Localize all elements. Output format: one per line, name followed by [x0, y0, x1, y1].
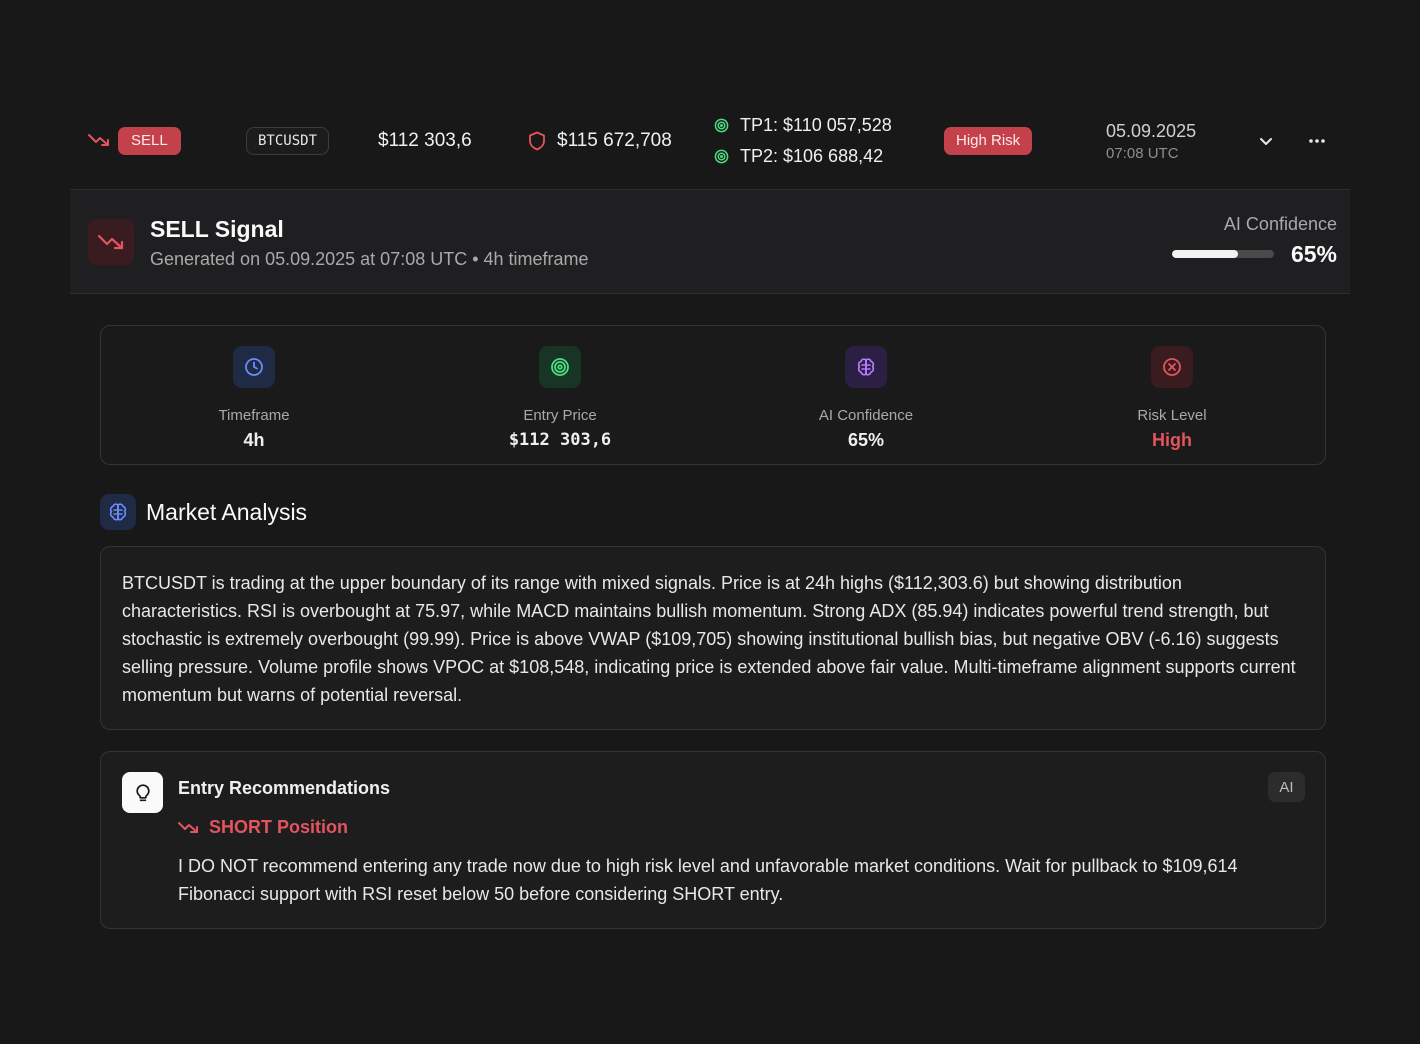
entry-recommendations-text: I DO NOT recommend entering any trade no…	[178, 856, 1238, 904]
confidence-bar-fill	[1172, 250, 1239, 258]
stat-label: Timeframe	[218, 407, 290, 424]
trending-down-icon	[98, 234, 124, 250]
stat-icon-box	[539, 346, 581, 388]
signal-row[interactable]: SELL BTCUSDT $112 303,6 $115 672,708 TP1…	[70, 96, 1350, 190]
current-price: $112 303,6	[378, 130, 472, 151]
signal-type-badge: SELL	[118, 127, 181, 155]
position-recommendation: SHORT Position	[178, 817, 348, 838]
confidence-label: AI Confidence	[1223, 214, 1337, 234]
risk-badge: High Risk	[944, 127, 1033, 155]
stat-icon-box	[845, 346, 887, 388]
brain-icon	[109, 503, 127, 521]
take-profit-2: TP2: $106 688,42	[714, 146, 883, 167]
stop-loss-price: $115 672,708	[557, 130, 672, 151]
market-analysis-icon-box	[100, 494, 136, 530]
trending-down-icon	[88, 134, 109, 146]
signal-title: SELL Signal	[150, 216, 284, 242]
shield-icon	[529, 131, 545, 151]
take-profit-2-label: TP2: $106 688,42	[740, 146, 884, 166]
market-analysis-text: BTCUSDT is trading at the upper boundary…	[122, 573, 1296, 705]
symbol-badge: BTCUSDT	[246, 127, 330, 155]
brain-icon	[857, 358, 875, 376]
stat-label: Entry Price	[523, 407, 597, 424]
lightbulb-icon-box	[122, 772, 163, 813]
target-icon	[714, 118, 729, 133]
target-icon	[714, 149, 729, 164]
stat-value: 4h	[243, 430, 265, 450]
take-profit-1: TP1: $110 057,528	[714, 115, 892, 136]
more-options-icon[interactable]	[1307, 136, 1327, 146]
clock-icon	[245, 358, 263, 376]
signal-time: 07:08 UTC	[1106, 145, 1179, 162]
take-profit-1-label: TP1: $110 057,528	[740, 115, 892, 135]
trending-down-icon	[178, 821, 198, 833]
market-analysis-header: Market Analysis	[100, 494, 307, 530]
market-analysis-card: BTCUSDT is trading at the upper boundary…	[100, 546, 1326, 730]
entry-recommendations-title: Entry Recommendations	[178, 778, 391, 798]
market-analysis-title: Market Analysis	[146, 498, 308, 525]
signal-icon-box	[88, 219, 134, 265]
stat-label: AI Confidence	[818, 407, 914, 424]
lightbulb-icon	[135, 783, 150, 801]
stats-card: Timeframe 4h Entry Price $112 303,6 AI C…	[100, 325, 1326, 465]
stat-value: $112 303,6	[508, 430, 612, 450]
position-label: SHORT Position	[209, 817, 348, 837]
stat-timeframe: Timeframe 4h	[101, 326, 407, 464]
stat-icon-box	[233, 346, 275, 388]
ai-badge: AI	[1268, 772, 1305, 802]
signal-header: SELL Signal Generated on 05.09.2025 at 0…	[70, 190, 1350, 294]
stat-entry-price: Entry Price $112 303,6	[407, 326, 713, 464]
chevron-down-icon[interactable]	[1258, 134, 1274, 148]
stat-label: Risk Level	[1137, 407, 1207, 424]
signal-subtitle: Generated on 05.09.2025 at 07:08 UTC • 4…	[150, 249, 589, 269]
stat-risk-level: Risk Level High	[1019, 326, 1325, 464]
signal-date: 05.09.2025	[1106, 121, 1197, 141]
stat-ai-confidence: AI Confidence 65%	[713, 326, 1019, 464]
stat-icon-box	[1151, 346, 1193, 388]
x-circle-icon	[1163, 358, 1181, 376]
stat-value: High	[1152, 430, 1192, 450]
confidence-value: 65%	[1290, 241, 1337, 267]
target-icon	[551, 358, 569, 376]
confidence-bar	[1172, 250, 1274, 258]
stat-value: 65%	[847, 430, 885, 450]
entry-recommendations-card: Entry Recommendations AI SHORT Position …	[100, 751, 1326, 929]
